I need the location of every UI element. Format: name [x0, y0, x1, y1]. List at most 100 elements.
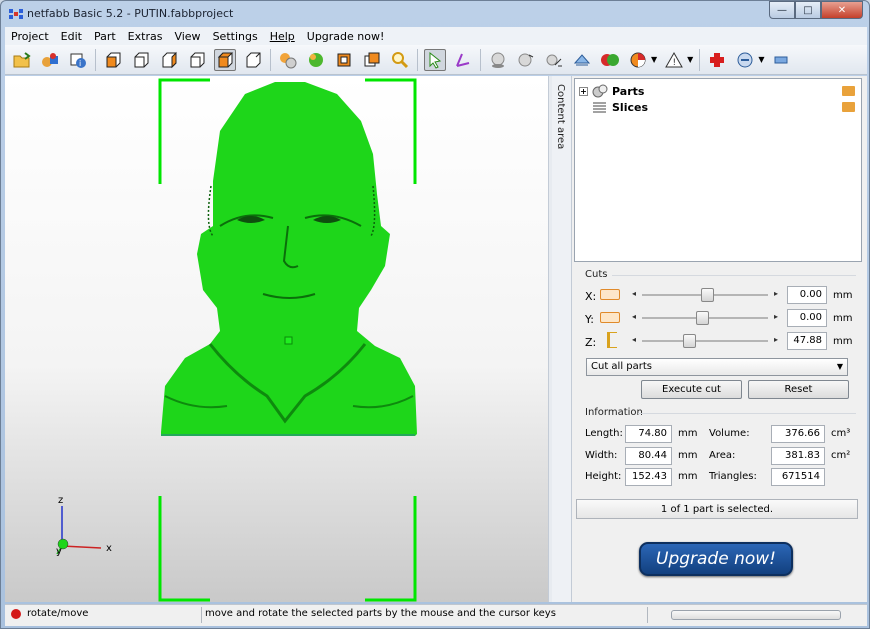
open-folder-icon[interactable]	[842, 102, 855, 112]
progress-bar	[671, 610, 841, 620]
measure-icon[interactable]	[452, 49, 474, 71]
pie-icon[interactable]	[627, 49, 649, 71]
cut-z-label: Z:	[585, 336, 597, 349]
tree-slices-label: Slices	[612, 100, 648, 114]
width-unit: mm	[678, 450, 698, 461]
cut-y-slider[interactable]: ◂ ▸	[632, 311, 778, 325]
sphere-icon[interactable]	[487, 49, 509, 71]
cut-z-icon	[607, 332, 617, 348]
tree-item-parts[interactable]: + Parts	[579, 83, 644, 99]
cut-x-thumb[interactable]	[700, 288, 714, 302]
cut-x-field[interactable]: 0.00	[787, 286, 827, 304]
cut-z-unit: mm	[833, 336, 853, 347]
move-parts-icon[interactable]	[543, 49, 565, 71]
project-tree[interactable]: + Parts Slices	[574, 78, 862, 262]
axis-triad	[56, 506, 102, 555]
view-back-icon[interactable]	[130, 49, 152, 71]
menu-extras[interactable]: Extras	[122, 30, 169, 43]
slices-icon	[593, 102, 606, 113]
information-heading: Information	[585, 407, 643, 418]
menu-project[interactable]: Project	[5, 30, 55, 43]
maximize-button[interactable]: □	[795, 1, 821, 19]
minimize-button[interactable]: —	[769, 1, 795, 19]
length-label: Length:	[585, 428, 623, 439]
cut-y-icon	[600, 312, 620, 323]
open-folder-icon[interactable]	[842, 86, 855, 96]
selection-status: 1 of 1 part is selected.	[576, 499, 858, 519]
view-right-icon[interactable]	[186, 49, 208, 71]
ruler-icon[interactable]	[770, 49, 792, 71]
execute-cut-button[interactable]: Execute cut	[641, 380, 742, 399]
view-top-icon[interactable]	[214, 48, 236, 71]
netfabb-logo-icon	[9, 9, 23, 19]
width-label: Width:	[585, 450, 618, 461]
chevron-down-icon: ▼	[836, 362, 843, 371]
reset-button[interactable]: Reset	[748, 380, 849, 399]
zoom-icon[interactable]	[389, 49, 411, 71]
red-cross-icon[interactable]	[706, 49, 728, 71]
warning-icon[interactable]: !	[663, 49, 685, 71]
layers-dropdown-icon[interactable]: ▼	[758, 55, 764, 64]
bust-model[interactable]	[161, 82, 417, 436]
title-bar: netfabb Basic 5.2 - PUTIN.fabbproject — …	[1, 1, 869, 27]
repair-sphere-icon[interactable]	[305, 49, 327, 71]
layers-icon[interactable]	[734, 49, 756, 71]
3d-viewport[interactable]: z x y	[5, 76, 548, 602]
menu-view[interactable]: View	[168, 30, 206, 43]
select-arrow-icon[interactable]	[424, 48, 446, 71]
cut-z-thumb[interactable]	[682, 334, 696, 348]
area-label: Area:	[709, 450, 736, 461]
axis-z-label: z	[58, 495, 64, 506]
menu-settings[interactable]: Settings	[207, 30, 264, 43]
window-title: netfabb Basic 5.2 - PUTIN.fabbproject	[27, 7, 234, 20]
cut-x-unit: mm	[833, 290, 853, 301]
volume-unit: cm³	[831, 428, 851, 439]
cut-x-icon	[600, 289, 620, 300]
menu-help[interactable]: Help	[264, 30, 301, 43]
height-label: Height:	[585, 471, 622, 482]
menu-edit[interactable]: Edit	[55, 30, 88, 43]
svg-text:!: !	[673, 58, 677, 68]
menu-upgrade[interactable]: Upgrade now!	[301, 30, 391, 43]
repair-icon[interactable]	[277, 49, 299, 71]
add-part-icon[interactable]	[39, 49, 61, 71]
warning-dropdown-icon[interactable]: ▼	[687, 55, 693, 64]
tree-item-slices[interactable]: Slices	[592, 99, 648, 115]
scene	[56, 78, 417, 602]
scale-icon[interactable]	[361, 49, 383, 71]
move-sphere-icon[interactable]	[515, 49, 537, 71]
cut-y-thumb[interactable]	[696, 311, 710, 325]
view-bottom-icon[interactable]	[242, 49, 264, 71]
cut-z-field[interactable]: 47.88	[787, 332, 827, 350]
cut-y-field[interactable]: 0.00	[787, 309, 827, 327]
length-field: 74.80	[625, 425, 672, 443]
close-button[interactable]: ✕	[821, 1, 863, 19]
tree-parts-label: Parts	[612, 84, 645, 98]
rotate-icon[interactable]	[571, 49, 593, 71]
cut-x-label: X:	[585, 290, 597, 303]
expand-icon[interactable]: +	[579, 86, 588, 96]
cut-y-label: Y:	[585, 313, 594, 326]
cut-y-unit: mm	[833, 313, 853, 324]
upgrade-now-button[interactable]: Upgrade now!	[639, 542, 793, 576]
view-front-icon[interactable]	[102, 49, 124, 71]
parts-icon	[592, 84, 608, 98]
side-tabstrip: Content area	[552, 76, 572, 602]
cut-x-slider[interactable]: ◂ ▸	[632, 288, 778, 302]
view-left-icon[interactable]	[158, 49, 180, 71]
menu-part[interactable]: Part	[88, 30, 122, 43]
width-field: 80.44	[625, 447, 672, 465]
pie-dropdown-icon[interactable]: ▼	[651, 55, 657, 64]
cut-mode-select[interactable]: Cut all parts ▼	[586, 358, 848, 376]
status-bar: rotate/move move and rotate the selected…	[5, 604, 867, 626]
height-unit: mm	[678, 471, 698, 482]
open-folder-icon[interactable]	[11, 49, 33, 71]
cut-z-slider[interactable]: ◂ ▸	[632, 334, 778, 348]
part-info-icon[interactable]: i	[67, 49, 89, 71]
area-field: 381.83	[771, 447, 825, 465]
boolean-icon[interactable]	[599, 49, 621, 71]
shell-icon[interactable]	[333, 49, 355, 71]
triangles-field: 671514	[771, 468, 825, 486]
right-panel: + Parts Slices Cuts X: ◂ ▸ 0.00 mm Y: ◂ ▸	[572, 76, 867, 602]
tab-content-area[interactable]: Content area	[555, 84, 566, 149]
